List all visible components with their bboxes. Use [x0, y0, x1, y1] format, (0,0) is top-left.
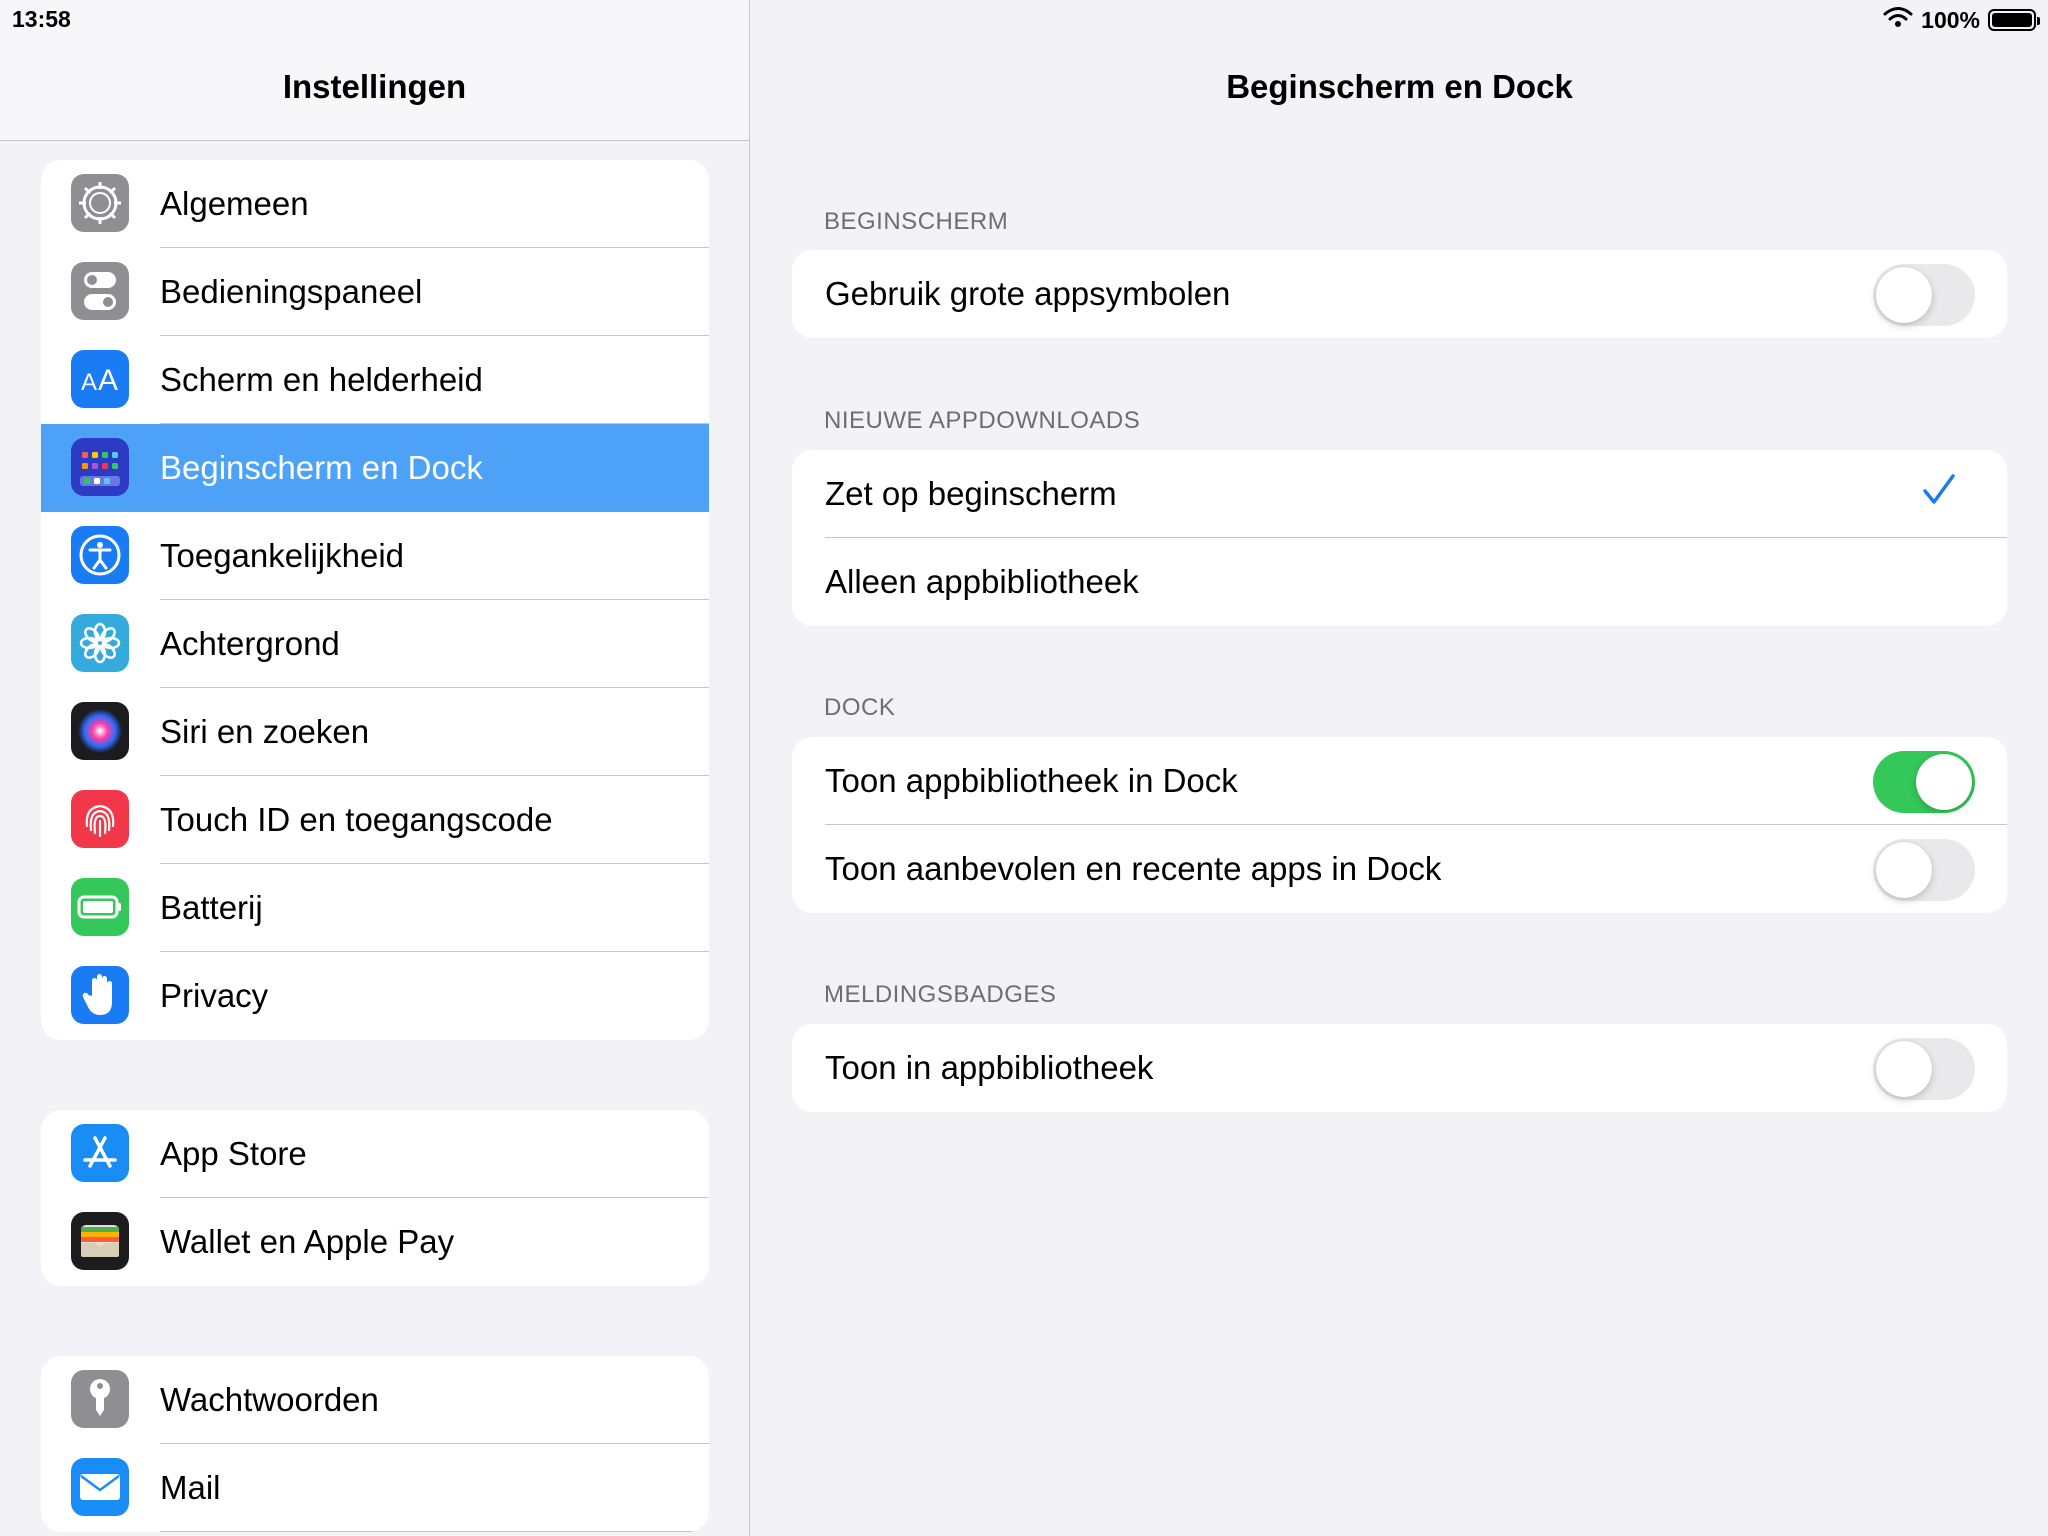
- sidebar-item-label: App Store: [160, 1135, 307, 1172]
- card-beginscherm: Gebruik grote appsymbolen: [792, 250, 2007, 338]
- card-dock: Toon appbibliotheek in Dock Toon aanbevo…: [792, 737, 2007, 913]
- row-toon-appbibliotheek-in-dock[interactable]: Toon appbibliotheek in Dock: [792, 737, 2007, 825]
- battery-fill: [1992, 13, 2032, 27]
- section-header-dock: DOCK: [824, 694, 896, 721]
- battery-indicator-icon: [1988, 9, 2040, 31]
- suggested-apps-toggle[interactable]: [1873, 839, 1975, 901]
- status-indicators: 100%: [1883, 6, 2040, 34]
- row-label: Toon appbibliotheek in Dock: [825, 762, 1238, 799]
- sidebar-item-label: Touch ID en toegangscode: [160, 801, 553, 838]
- battery-percentage: 100%: [1921, 6, 1980, 33]
- sidebar-item-label: Siri en zoeken: [160, 713, 370, 750]
- sidebar-item-label: Achtergrond: [160, 625, 340, 662]
- sidebar-item-bedieningspaneel[interactable]: Bedieningspaneel: [41, 248, 709, 336]
- row-label: Alleen appbibliotheek: [825, 563, 1139, 600]
- settings-group-2: App Store Wallet en Apple Pay: [41, 1110, 709, 1286]
- sidebar-item-wachtwoorden[interactable]: Wachtwoorden: [41, 1356, 709, 1444]
- sidebar-item-label: Bedieningspaneel: [160, 273, 423, 310]
- sidebar-item-label: Wachtwoorden: [160, 1381, 379, 1418]
- fingerprint-icon: [71, 790, 129, 848]
- home-grid-icon: [71, 438, 129, 496]
- card-meldingsbadges: Toon in appbibliotheek: [792, 1024, 2007, 1112]
- row-grote-appsymbolen[interactable]: Gebruik grote appsymbolen: [792, 250, 2007, 338]
- battery-icon: [71, 878, 129, 936]
- gear-icon: [71, 174, 129, 232]
- sidebar-item-label: Privacy: [160, 977, 269, 1014]
- card-nieuwe-appdownloads: Zet op beginscherm Alleen appbibliotheek: [792, 450, 2007, 626]
- wifi-icon: [1883, 6, 1913, 34]
- sidebar-item-scherm-en-helderheid[interactable]: AA Scherm en helderheid: [41, 336, 709, 424]
- toggle-knob: [1876, 1041, 1932, 1097]
- large-icons-toggle[interactable]: [1873, 264, 1975, 326]
- sidebar-item-touch-id[interactable]: Touch ID en toegangscode: [41, 776, 709, 864]
- flower-icon: [71, 614, 129, 672]
- sidebar-item-batterij[interactable]: Batterij: [41, 864, 709, 952]
- sidebar-item-label: Beginscherm en Dock: [160, 449, 483, 486]
- sidebar-item-beginscherm-en-dock[interactable]: Beginscherm en Dock: [41, 424, 709, 512]
- sidebar-item-label: Batterij: [160, 889, 263, 926]
- sidebar-item-label: Scherm en helderheid: [160, 361, 483, 398]
- sidebar-item-label: Toegankelijkheid: [160, 537, 405, 574]
- status-time: 13:58: [12, 6, 71, 32]
- battery-nub: [2037, 17, 2040, 25]
- toggle-knob: [1876, 842, 1932, 898]
- row-label: Toon in appbibliotheek: [825, 1049, 1154, 1086]
- app-library-dock-toggle[interactable]: [1873, 751, 1975, 813]
- sidebar-item-label: Wallet en Apple Pay: [160, 1223, 455, 1260]
- row-zet-op-beginscherm[interactable]: Zet op beginscherm: [792, 450, 2007, 538]
- sidebar-item-siri-en-zoeken[interactable]: Siri en zoeken: [41, 688, 709, 776]
- hand-icon: [71, 966, 129, 1024]
- svg-text:A: A: [98, 364, 118, 397]
- section-header-nieuwe-appdownloads: NIEUWE APPDOWNLOADS: [824, 407, 1141, 434]
- sidebar: Instellingen Algemeen Bedieningspaneel A…: [0, 0, 750, 1536]
- sidebar-item-toegankelijkheid[interactable]: Toegankelijkheid: [41, 512, 709, 600]
- settings-group-1: Algemeen Bedieningspaneel AA Scherm en h…: [41, 160, 709, 1040]
- sidebar-item-app-store[interactable]: App Store: [41, 1110, 709, 1198]
- row-label: Toon aanbevolen en recente apps in Dock: [825, 850, 1442, 887]
- accessibility-icon: [71, 526, 129, 584]
- wallet-icon: [71, 1212, 129, 1270]
- divider: [160, 1531, 709, 1532]
- sidebar-item-algemeen[interactable]: Algemeen: [41, 160, 709, 248]
- toggles-icon: [71, 262, 129, 320]
- settings-group-3: Wachtwoorden Mail: [41, 1356, 709, 1532]
- row-toon-in-appbibliotheek[interactable]: Toon in appbibliotheek: [792, 1024, 2007, 1112]
- key-icon: [71, 1370, 129, 1428]
- toggle-knob: [1916, 754, 1972, 810]
- detail-pane: Beginscherm en Dock BEGINSCHERM Gebruik …: [751, 0, 2048, 1536]
- sidebar-item-label: Mail: [160, 1469, 221, 1506]
- toggle-knob: [1876, 267, 1932, 323]
- row-toon-aanbevolen-apps[interactable]: Toon aanbevolen en recente apps in Dock: [792, 825, 2007, 913]
- text-size-icon: AA: [71, 350, 129, 408]
- mail-icon: [71, 1458, 129, 1516]
- sidebar-item-achtergrond[interactable]: Achtergrond: [41, 600, 709, 688]
- badges-toggle[interactable]: [1873, 1038, 1975, 1100]
- svg-text:A: A: [81, 369, 97, 396]
- app-store-icon: [71, 1124, 129, 1182]
- sidebar-item-mail[interactable]: Mail: [41, 1444, 709, 1532]
- sidebar-item-wallet[interactable]: Wallet en Apple Pay: [41, 1198, 709, 1286]
- sidebar-item-privacy[interactable]: Privacy: [41, 952, 709, 1040]
- section-header-beginscherm: BEGINSCHERM: [824, 208, 1009, 235]
- row-alleen-appbibliotheek[interactable]: Alleen appbibliotheek: [792, 538, 2007, 626]
- page-title: Beginscherm en Dock: [1226, 68, 1573, 105]
- sidebar-header: Instellingen: [0, 0, 749, 141]
- section-header-meldingsbadges: MELDINGSBADGES: [824, 981, 1057, 1008]
- row-label: Zet op beginscherm: [825, 475, 1117, 512]
- sidebar-title: Instellingen: [282, 68, 467, 105]
- row-label: Gebruik grote appsymbolen: [825, 275, 1231, 312]
- sidebar-item-label: Algemeen: [160, 185, 309, 222]
- checkmark-icon: [1921, 472, 1957, 513]
- siri-icon: [71, 702, 129, 760]
